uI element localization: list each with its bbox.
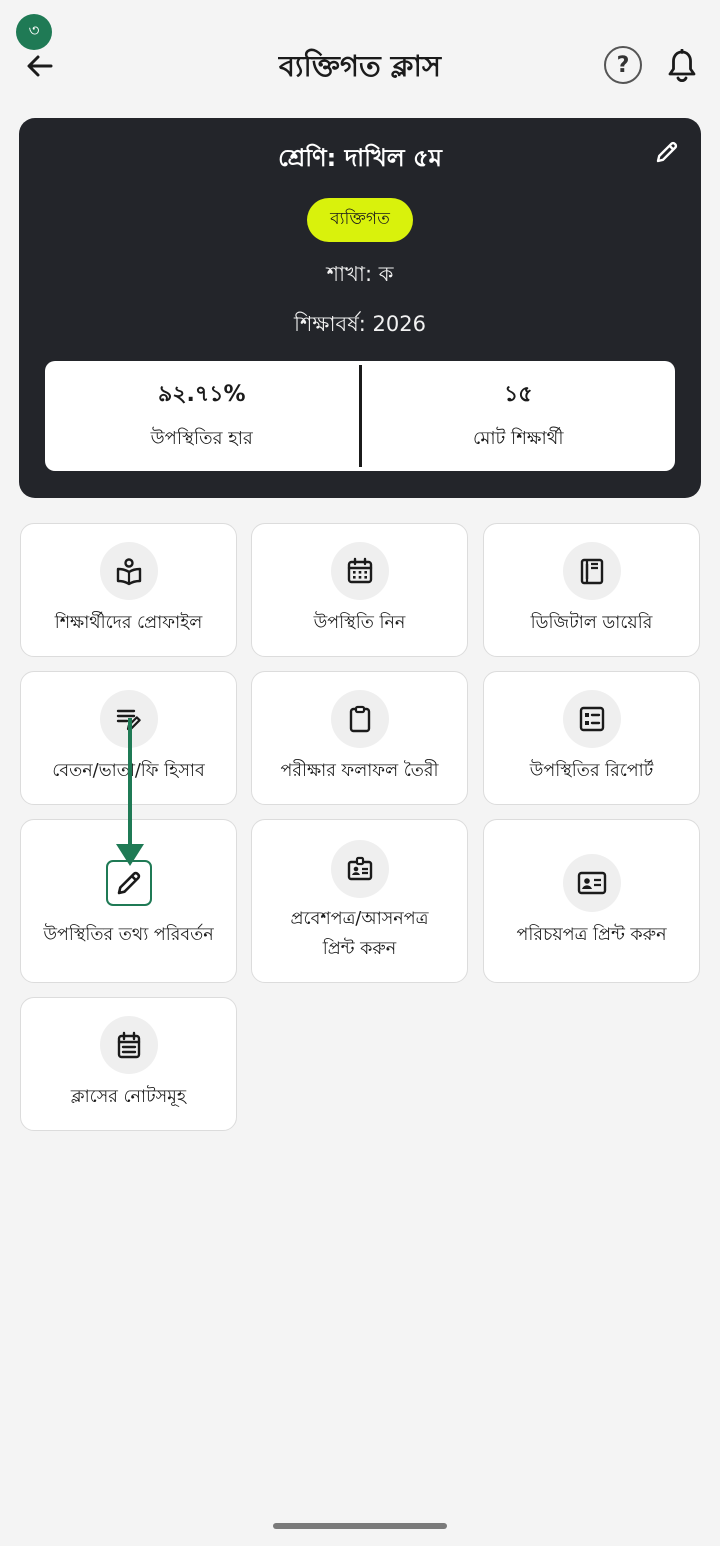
tile-label: উপস্থিতি নিন xyxy=(313,613,406,633)
icon-circle xyxy=(330,840,389,898)
tile-label: প্রিন্ট করুন xyxy=(322,939,397,959)
icon-circle xyxy=(99,690,158,748)
edit-note-icon xyxy=(116,709,141,731)
icon-circle xyxy=(99,1016,158,1074)
notifications-button[interactable] xyxy=(660,44,704,88)
academic-year: শিক্ষাবর্ষ: 2026 xyxy=(294,312,426,336)
home-indicator[interactable] xyxy=(273,1523,447,1529)
tile-label: ক্লাসের নোটসমূহ xyxy=(70,1087,187,1107)
tile-label: ডিজিটাল ডায়েরি xyxy=(530,613,653,633)
bell-icon xyxy=(668,49,696,83)
app-header: ৩ ব্যক্তিগত ক্লাস ? xyxy=(0,0,720,115)
tile-label: উপস্থিতির তথ্য পরিবর্তন xyxy=(43,925,214,945)
id-card-tile[interactable]: পরিচয়পত্র প্রিন্ট করুন xyxy=(483,819,700,983)
tile-label: পরিচয়পত্র প্রিন্ট করুন xyxy=(516,925,667,945)
tile-label: শিক্ষার্থীদের প্রোফাইল xyxy=(54,613,203,633)
notes-icon xyxy=(117,1031,140,1059)
attendance-report-tile[interactable]: উপস্থিতির রিপোর্ট xyxy=(483,671,700,805)
total-students-stat: ১৫ মোট শিক্ষার্থী xyxy=(362,361,676,471)
attendance-rate-label: উপস্থিতির হার xyxy=(150,428,253,449)
attendance-rate-stat: ৯২.৭১% উপস্থিতির হার xyxy=(45,361,359,471)
help-button[interactable]: ? xyxy=(604,46,642,84)
icon-circle xyxy=(330,542,389,600)
pencil-icon xyxy=(656,141,678,163)
take-attendance-tile[interactable]: উপস্থিতি নিন xyxy=(251,523,468,657)
icon-circle xyxy=(562,854,621,912)
tile-label: পরীক্ষার ফলাফল তৈরী xyxy=(280,761,439,781)
digital-diary-tile[interactable]: ডিজিটাল ডায়েরি xyxy=(483,523,700,657)
calendar-icon xyxy=(347,557,372,584)
arrow-left-icon xyxy=(27,55,53,77)
class-stats: ৯২.৭১% উপস্থিতির হার ১৫ মোট শিক্ষার্থী xyxy=(45,361,675,471)
class-info-card: শ্রেণি: দাখিল ৫ম ব্যক্তিগত শাখা: ক শিক্ষ… xyxy=(19,118,701,498)
list-report-icon xyxy=(579,706,604,732)
class-notes-tile[interactable]: ক্লাসের নোটসমূহ xyxy=(20,997,237,1131)
icon-circle xyxy=(105,860,152,906)
tile-label: উপস্থিতির রিপোর্ট xyxy=(529,761,654,781)
class-title: শ্রেণি: দাখিল ৫ম xyxy=(278,144,442,172)
class-type-badge: ব্যক্তিগত xyxy=(307,198,413,242)
tile-label: বেতন/ভাতা/ফি হিসাব xyxy=(52,761,205,781)
salary-fee-tile[interactable]: বেতন/ভাতা/ফি হিসাব xyxy=(20,671,237,805)
student-profile-tile[interactable]: শিক্ষার্থীদের প্রোফাইল xyxy=(20,523,237,657)
total-students-label: মোট শিক্ষার্থী xyxy=(473,428,564,449)
question-circle-icon: ? xyxy=(616,52,630,78)
icon-circle xyxy=(562,690,621,748)
reading-person-icon xyxy=(116,558,141,586)
total-students-value: ১৫ xyxy=(503,382,533,407)
page-title: ব্যক্তিগত ক্লাস xyxy=(278,49,442,83)
id-card-icon xyxy=(577,871,606,895)
pencil-icon xyxy=(117,871,140,895)
badge-id-icon xyxy=(347,856,372,881)
back-button[interactable] xyxy=(18,44,62,88)
edit-class-button[interactable] xyxy=(651,136,683,168)
class-section: শাখা: ক xyxy=(326,262,394,286)
clipboard-icon xyxy=(349,705,370,733)
icon-circle xyxy=(330,690,389,748)
exam-result-tile[interactable]: পরীক্ষার ফলাফল তৈরী xyxy=(251,671,468,805)
tile-label: প্রবেশপত্র/আসনপত্র xyxy=(290,909,429,929)
edit-attendance-tile[interactable]: উপস্থিতির তথ্য পরিবর্তন xyxy=(20,819,237,983)
attendance-rate-value: ৯২.৭১% xyxy=(157,382,246,407)
icon-circle xyxy=(99,542,158,600)
icon-circle xyxy=(562,542,621,600)
book-icon xyxy=(580,558,603,585)
admit-card-tile[interactable]: প্রবেশপত্র/আসনপত্র প্রিন্ট করুন xyxy=(251,819,468,983)
